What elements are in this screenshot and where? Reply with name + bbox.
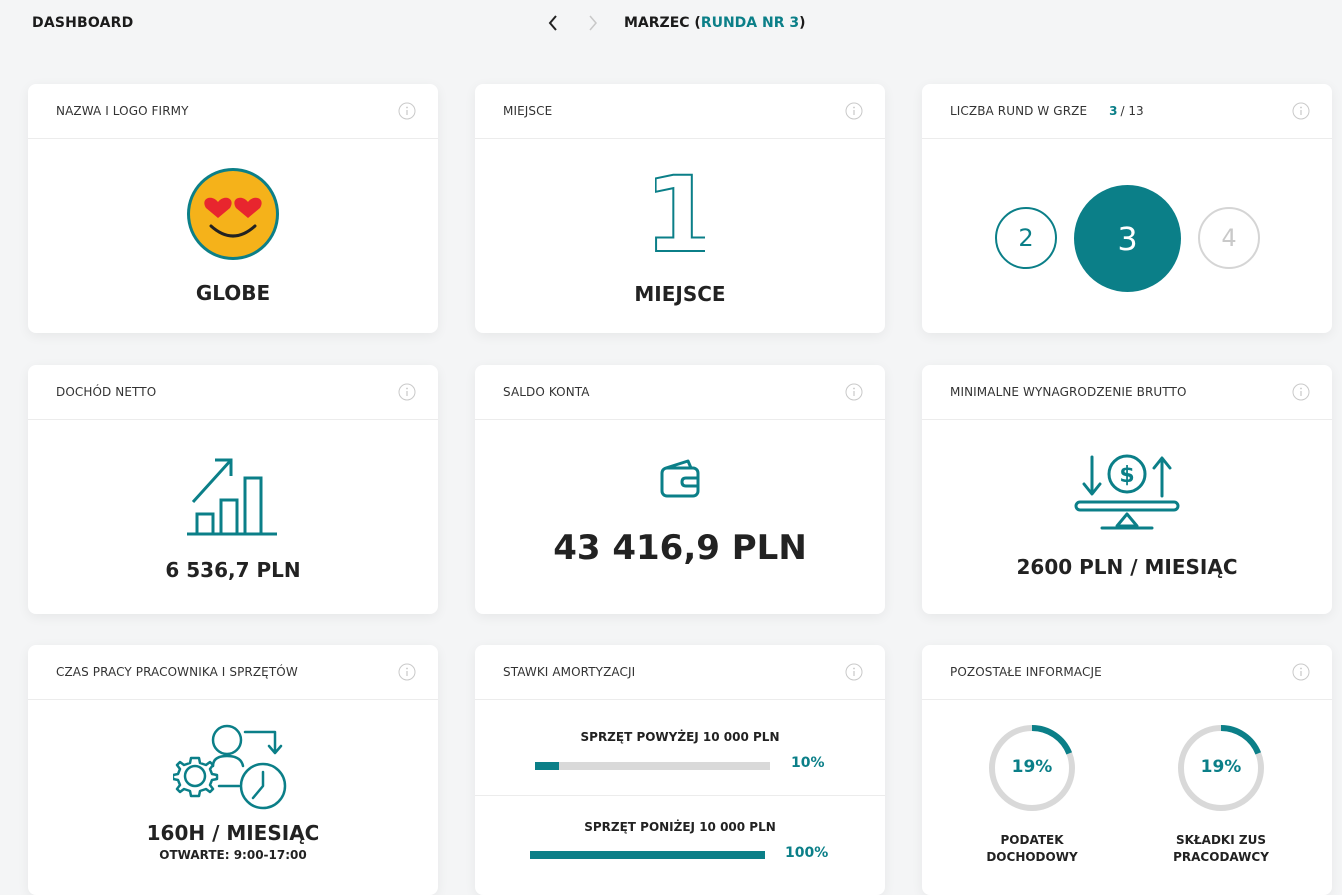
info-icon[interactable] xyxy=(845,102,863,120)
depreciation-percent-low: 100% xyxy=(785,845,829,861)
depreciation-card: STAWKI AMORTYZACJI SPRZĘT POWYŻEJ 10 000… xyxy=(475,645,885,895)
card-title: STAWKI AMORTYZACJI xyxy=(503,665,636,679)
zus-label-line2: PRACODAWCY xyxy=(1173,850,1269,864)
info-icon[interactable] xyxy=(398,383,416,401)
month-close: ) xyxy=(799,15,806,31)
tax-label-line2: DOCHODOWY xyxy=(986,850,1078,864)
card-header: SALDO KONTA xyxy=(475,365,885,420)
round-next[interactable]: 4 xyxy=(1198,207,1260,269)
card-header: MIEJSCE xyxy=(475,84,885,139)
salary-card: MINIMALNE WYNAGRODZENIE BRUTTO $ 2600 PL… xyxy=(922,365,1332,614)
card-title: SALDO KONTA xyxy=(503,385,590,399)
round-previous[interactable]: 2 xyxy=(995,207,1057,269)
other-info-card: POZOSTAŁE INFORMACJE 19% PODATEK DOCHODO… xyxy=(922,645,1332,895)
zus-label-line1: SKŁADKI ZUS xyxy=(1176,833,1266,847)
card-body: 1 MIEJSCE xyxy=(475,139,885,333)
divider xyxy=(475,795,885,796)
card-header: NAZWA I LOGO FIRMY xyxy=(28,84,438,139)
rounds-current: 3 xyxy=(1109,104,1118,118)
depreciation-label-low: SPRZĘT PONIŻEJ 10 000 PLN xyxy=(584,820,776,834)
depreciation-percent-high: 10% xyxy=(791,755,825,771)
svg-text:$: $ xyxy=(1119,463,1134,488)
growth-chart-icon xyxy=(187,458,277,536)
place-number: 1 xyxy=(655,173,705,255)
tax-label-line1: PODATEK xyxy=(1000,833,1064,847)
money-balance-icon: $ xyxy=(1074,454,1180,530)
opening-hours: OTWARTE: 9:00-17:00 xyxy=(159,848,307,862)
info-icon[interactable] xyxy=(845,663,863,681)
wallet-icon xyxy=(660,459,700,498)
depreciation-bar-fill-low xyxy=(530,851,765,859)
depreciation-label-high: SPRZĘT POWYŻEJ 10 000 PLN xyxy=(580,730,780,744)
card-body: 19% PODATEK DOCHODOWY 19% SKŁADKI ZUS PR… xyxy=(922,700,1332,895)
card-body: GLOBE xyxy=(28,139,438,333)
info-icon[interactable] xyxy=(1292,383,1310,401)
rounds-total: / 13 xyxy=(1120,104,1144,118)
card-body: 160H / MIESIĄC OTWARTE: 9:00-17:00 xyxy=(28,700,438,895)
heart-eyes-emoji-icon xyxy=(187,168,279,260)
round-number: RUNDA NR 3 xyxy=(700,15,800,31)
card-header: POZOSTAŁE INFORMACJE xyxy=(922,645,1332,700)
top-bar: DASHBOARD MARZEC (RUNDA NR 3) xyxy=(0,0,1342,50)
card-title: LICZBA RUND W GRZE xyxy=(950,104,1088,118)
place-card: MIEJSCE 1 MIEJSCE xyxy=(475,84,885,333)
zus-label: SKŁADKI ZUS PRACODAWCY xyxy=(1151,832,1291,866)
balance-value: 43 416,9 PLN xyxy=(553,528,807,568)
card-body: 6 536,7 PLN xyxy=(28,420,438,614)
depreciation-bar-fill-high xyxy=(535,762,559,770)
company-name: GLOBE xyxy=(195,281,271,305)
card-body: SPRZĘT POWYŻEJ 10 000 PLN 10% SPRZĘT PON… xyxy=(475,700,885,895)
card-header: LICZBA RUND W GRZE 3/ 13 xyxy=(922,84,1332,139)
card-header: CZAS PRACY PRACOWNIKA I SPRZĘTÓW xyxy=(28,645,438,700)
card-title: MINIMALNE WYNAGRODZENIE BRUTTO xyxy=(950,385,1187,399)
page-title: DASHBOARD xyxy=(32,15,134,31)
card-title: MIEJSCE xyxy=(503,104,553,118)
rounds-card: LICZBA RUND W GRZE 3/ 13 2 3 4 xyxy=(922,84,1332,333)
month-navigator: MARZEC (RUNDA NR 3) xyxy=(540,10,806,36)
company-card: NAZWA I LOGO FIRMY GLOBE xyxy=(28,84,438,333)
info-icon[interactable] xyxy=(1292,663,1310,681)
svg-text:1: 1 xyxy=(655,173,705,255)
salary-value: 2600 PLN / MIESIĄC xyxy=(1016,555,1238,579)
income-card: DOCHÓD NETTO 6 536,7 PLN xyxy=(28,365,438,614)
card-title: CZAS PRACY PRACOWNIKA I SPRZĘTÓW xyxy=(56,665,298,679)
chevron-left-icon[interactable] xyxy=(540,10,566,36)
worker-gear-clock-icon xyxy=(173,724,287,810)
income-value: 6 536,7 PLN xyxy=(165,558,301,582)
depreciation-bar-low xyxy=(530,851,765,859)
zus-percent: 19% xyxy=(1200,757,1242,777)
rounds-counter: 3/ 13 xyxy=(1109,104,1144,118)
card-header: DOCHÓD NETTO xyxy=(28,365,438,420)
tax-label: PODATEK DOCHODOWY xyxy=(962,832,1102,866)
card-header: STAWKI AMORTYZACJI xyxy=(475,645,885,700)
card-body: $ 2600 PLN / MIESIĄC xyxy=(922,420,1332,614)
card-title: POZOSTAŁE INFORMACJE xyxy=(950,665,1102,679)
card-header: MINIMALNE WYNAGRODZENIE BRUTTO xyxy=(922,365,1332,420)
info-icon[interactable] xyxy=(398,663,416,681)
card-body: 2 3 4 xyxy=(922,139,1332,333)
info-icon[interactable] xyxy=(398,102,416,120)
month-name: MARZEC ( xyxy=(624,15,701,31)
current-month: MARZEC (RUNDA NR 3) xyxy=(624,15,806,31)
card-title: DOCHÓD NETTO xyxy=(56,385,157,399)
worktime-card: CZAS PRACY PRACOWNIKA I SPRZĘTÓW 160H / … xyxy=(28,645,438,895)
info-icon[interactable] xyxy=(845,383,863,401)
balance-card: SALDO KONTA 43 416,9 PLN xyxy=(475,365,885,614)
info-icon[interactable] xyxy=(1292,102,1310,120)
worktime-value: 160H / MIESIĄC xyxy=(146,821,320,845)
card-body: 43 416,9 PLN xyxy=(475,420,885,614)
card-title: NAZWA I LOGO FIRMY xyxy=(56,104,189,118)
depreciation-bar-high xyxy=(535,762,770,770)
chevron-right-icon[interactable] xyxy=(580,10,606,36)
tax-percent: 19% xyxy=(1011,757,1053,777)
round-current[interactable]: 3 xyxy=(1074,185,1181,292)
place-label: MIEJSCE xyxy=(634,282,726,306)
